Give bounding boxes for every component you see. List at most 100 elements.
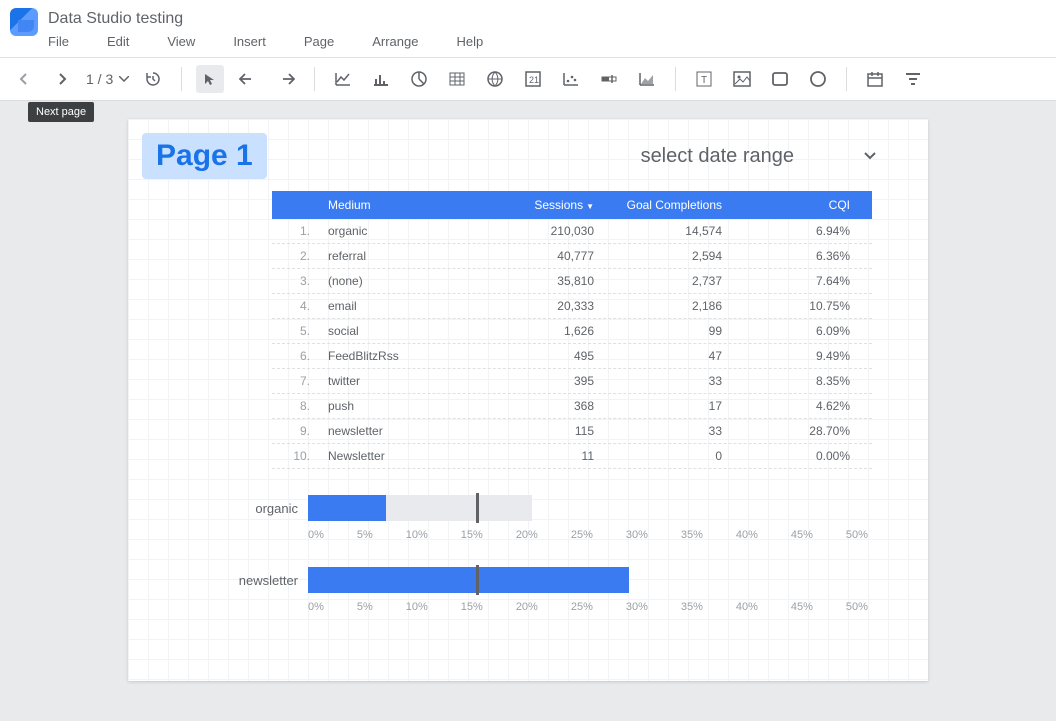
page-title: Page 1 — [142, 133, 267, 179]
menubar: File Edit View Insert Page Arrange Help — [48, 32, 483, 51]
undo-icon[interactable] — [234, 65, 262, 93]
area-chart-icon[interactable] — [633, 65, 661, 93]
svg-text:T: T — [701, 75, 707, 86]
row-index: 5. — [272, 324, 328, 338]
circle-icon[interactable] — [804, 65, 832, 93]
row-index: 6. — [272, 349, 328, 363]
image-icon[interactable] — [728, 65, 756, 93]
table-row[interactable]: 1.organic210,03014,5746.94% — [272, 219, 872, 244]
axis-tick: 15% — [461, 601, 483, 613]
cell-medium: newsletter — [328, 424, 488, 438]
axis-tick: 35% — [681, 529, 703, 541]
axis-tick: 45% — [791, 601, 813, 613]
cell-goals: 14,574 — [616, 224, 744, 238]
table-row[interactable]: 5.social1,626996.09% — [272, 319, 872, 344]
pie-chart-icon[interactable] — [405, 65, 433, 93]
cell-cqi: 4.62% — [744, 399, 872, 413]
cell-medium: Newsletter — [328, 449, 488, 463]
table-row[interactable]: 9.newsletter1153328.70% — [272, 419, 872, 444]
filter-icon[interactable] — [899, 65, 927, 93]
table-row[interactable]: 10.Newsletter1100.00% — [272, 444, 872, 469]
chart-axis: 0%5%10%15%20%25%30%35%40%45%50% — [308, 601, 868, 613]
scorecard-icon[interactable]: 21 — [519, 65, 547, 93]
header-goals[interactable]: Goal Completions — [616, 198, 744, 212]
date-range-selector[interactable]: select date range — [641, 145, 882, 168]
table-row[interactable]: 3.(none)35,8102,7377.64% — [272, 269, 872, 294]
axis-tick: 10% — [406, 601, 428, 613]
table-row[interactable]: 7.twitter395338.35% — [272, 369, 872, 394]
table-row[interactable]: 4.email20,3332,18610.75% — [272, 294, 872, 319]
select-tool-icon[interactable] — [196, 65, 224, 93]
cell-goals: 2,186 — [616, 299, 744, 313]
row-index: 2. — [272, 249, 328, 263]
menu-view[interactable]: View — [167, 34, 195, 49]
table-chart-icon[interactable] — [443, 65, 471, 93]
chart-track — [308, 495, 868, 521]
bullet-chart[interactable]: newsletter0%5%10%15%20%25%30%35%40%45%50… — [238, 565, 882, 613]
bullet-chart[interactable]: organic0%5%10%15%20%25%30%35%40%45%50% — [238, 493, 882, 541]
table-row[interactable]: 8.push368174.62% — [272, 394, 872, 419]
header-sessions[interactable]: Sessions▼ — [488, 198, 616, 212]
line-chart-icon[interactable] — [329, 65, 357, 93]
prev-page-button[interactable] — [10, 65, 38, 93]
cell-cqi: 10.75% — [744, 299, 872, 313]
menu-page[interactable]: Page — [304, 34, 334, 49]
menu-edit[interactable]: Edit — [107, 34, 129, 49]
cell-medium: social — [328, 324, 488, 338]
cell-medium: referral — [328, 249, 488, 263]
table-row[interactable]: 6.FeedBlitzRss495479.49% — [272, 344, 872, 369]
cell-cqi: 6.09% — [744, 324, 872, 338]
data-table[interactable]: Medium Sessions▼ Goal Completions CQI 1.… — [272, 191, 872, 469]
cell-sessions: 40,777 — [488, 249, 616, 263]
cell-cqi: 28.70% — [744, 424, 872, 438]
rectangle-icon[interactable] — [766, 65, 794, 93]
next-page-button[interactable] — [48, 65, 76, 93]
canvas[interactable]: Page 1 select date range Medium Sessions… — [0, 101, 1056, 721]
report-page[interactable]: Page 1 select date range Medium Sessions… — [128, 119, 928, 681]
axis-tick: 35% — [681, 601, 703, 613]
cell-cqi: 6.36% — [744, 249, 872, 263]
cell-medium: twitter — [328, 374, 488, 388]
axis-tick: 20% — [516, 601, 538, 613]
bar-chart-icon[interactable] — [367, 65, 395, 93]
axis-tick: 30% — [626, 601, 648, 613]
page-indicator[interactable]: 1 / 3 — [86, 71, 129, 87]
text-icon[interactable]: T — [690, 65, 718, 93]
cell-goals: 47 — [616, 349, 744, 363]
cell-sessions: 395 — [488, 374, 616, 388]
cell-goals: 33 — [616, 424, 744, 438]
menu-file[interactable]: File — [48, 34, 69, 49]
document-title[interactable]: Data Studio testing — [48, 8, 483, 32]
globe-icon[interactable] — [481, 65, 509, 93]
header-cqi[interactable]: CQI — [744, 198, 872, 212]
table-row[interactable]: 2.referral40,7772,5946.36% — [272, 244, 872, 269]
table-header: Medium Sessions▼ Goal Completions CQI — [272, 191, 872, 219]
cell-goals: 2,594 — [616, 249, 744, 263]
axis-tick: 50% — [846, 601, 868, 613]
redo-icon[interactable] — [272, 65, 300, 93]
cell-sessions: 115 — [488, 424, 616, 438]
history-icon[interactable] — [139, 65, 167, 93]
axis-tick: 5% — [357, 529, 373, 541]
menu-help[interactable]: Help — [456, 34, 483, 49]
cell-sessions: 368 — [488, 399, 616, 413]
cell-goals: 2,737 — [616, 274, 744, 288]
cell-medium: organic — [328, 224, 488, 238]
cell-goals: 99 — [616, 324, 744, 338]
cell-sessions: 35,810 — [488, 274, 616, 288]
cell-cqi: 6.94% — [744, 224, 872, 238]
axis-tick: 0% — [308, 529, 324, 541]
header-medium[interactable]: Medium — [328, 198, 488, 212]
menu-arrange[interactable]: Arrange — [372, 34, 418, 49]
cell-sessions: 20,333 — [488, 299, 616, 313]
cell-cqi: 9.49% — [744, 349, 872, 363]
cell-medium: (none) — [328, 274, 488, 288]
menu-insert[interactable]: Insert — [233, 34, 266, 49]
cell-cqi: 0.00% — [744, 449, 872, 463]
chart-bar — [308, 495, 386, 521]
date-range-label: select date range — [641, 145, 794, 168]
date-range-icon[interactable] — [861, 65, 889, 93]
bullet-chart-icon[interactable] — [595, 65, 623, 93]
app-logo[interactable] — [10, 8, 38, 36]
scatter-chart-icon[interactable] — [557, 65, 585, 93]
